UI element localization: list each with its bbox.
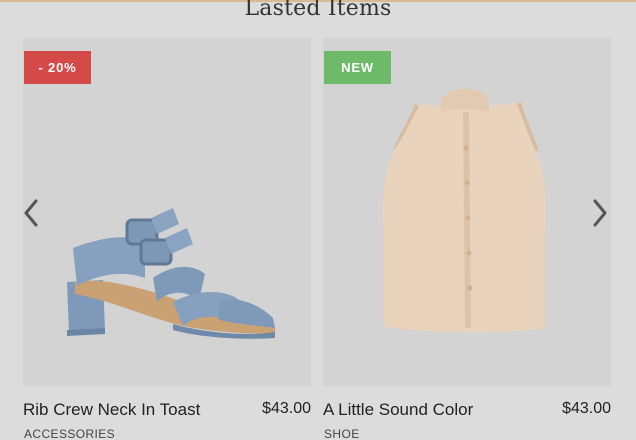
product-category[interactable]: SHOE xyxy=(324,427,360,440)
product-name[interactable]: Rib Crew Neck In Toast xyxy=(23,400,200,420)
latest-items-section: Lasted Items - 20% Rib Crew Neck In Toas… xyxy=(0,0,636,440)
discount-badge: - 20% xyxy=(24,51,91,84)
beige-sleeveless-shirt-icon xyxy=(382,88,546,333)
product-category[interactable]: ACCESSORIES xyxy=(24,427,115,440)
carousel-prev-button[interactable] xyxy=(20,196,42,230)
section-title: Lasted Items xyxy=(244,0,392,21)
chevron-right-icon xyxy=(593,199,607,227)
product-card[interactable]: - 20% Rib Crew Neck In Toast $43.00 ACCE… xyxy=(23,38,311,440)
product-image[interactable]: NEW xyxy=(323,38,611,386)
chevron-left-icon xyxy=(24,199,38,227)
product-card[interactable]: NEW A Little Sound Color $43.00 SHOE xyxy=(323,38,611,440)
product-price: $43.00 xyxy=(262,400,311,417)
new-badge: NEW xyxy=(324,51,391,84)
product-image[interactable]: - 20% xyxy=(23,38,311,386)
carousel-next-button[interactable] xyxy=(589,196,611,230)
product-price: $43.00 xyxy=(562,400,611,417)
blue-sandal-icon xyxy=(67,208,275,339)
product-name[interactable]: A Little Sound Color xyxy=(323,400,473,420)
